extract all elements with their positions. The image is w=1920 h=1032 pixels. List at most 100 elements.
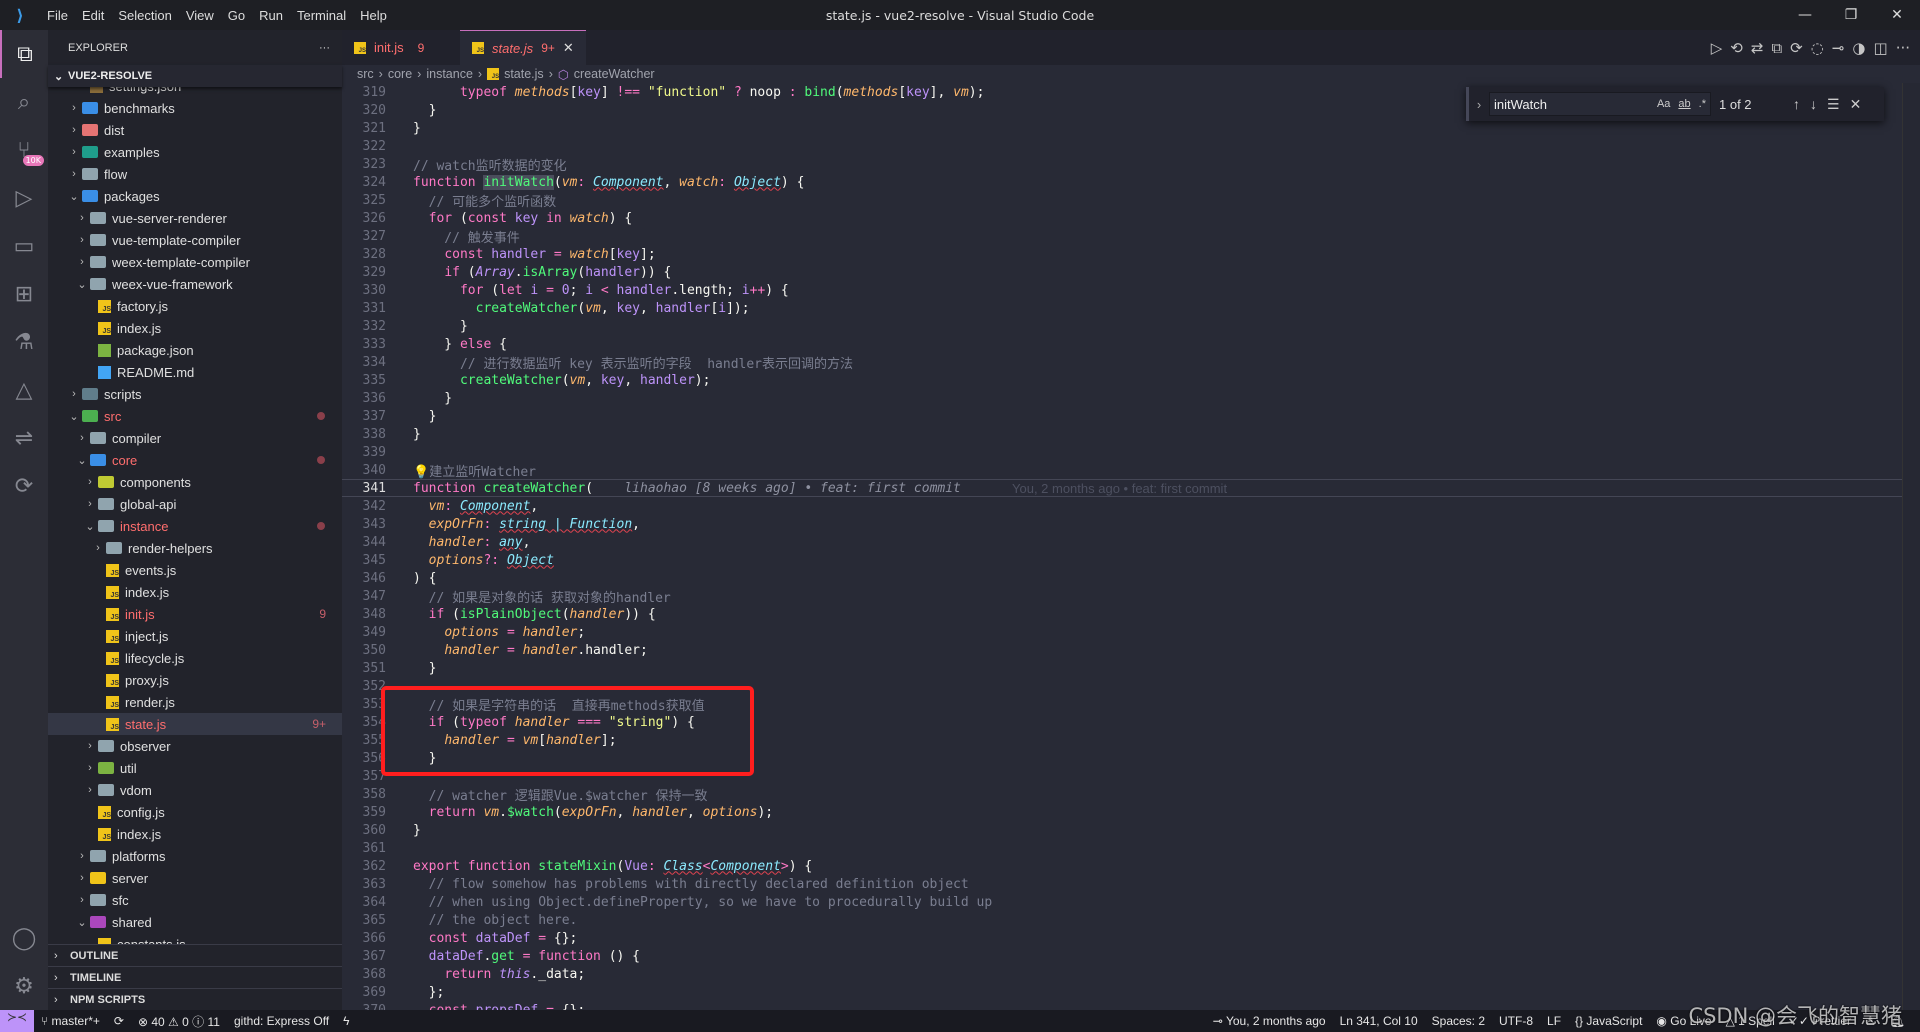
explorer-icon[interactable]: ⧉: [0, 30, 48, 78]
source-control-icon[interactable]: ⑂ 10K: [0, 126, 48, 174]
menu-file[interactable]: File: [40, 8, 75, 23]
git-blame-item[interactable]: ⊸ You, 2 months ago: [1206, 1014, 1333, 1028]
next-match-icon[interactable]: ↓: [1810, 96, 1817, 113]
remote-icon[interactable]: ≻≺: [0, 1010, 34, 1032]
code-line[interactable]: 329 if (Array.isArray(handler)) {: [342, 263, 1902, 281]
githd-item[interactable]: githd: Express Off: [227, 1014, 336, 1028]
outline-panel[interactable]: › OUTLINE: [48, 944, 342, 966]
toggle-blame-icon[interactable]: ◑: [1852, 39, 1865, 57]
code-line[interactable]: 325 // 可能多个监听函数: [342, 191, 1902, 210]
tree-file[interactable]: JS init.js 9: [48, 603, 342, 625]
tree-file[interactable]: settings.json: [48, 87, 342, 97]
menu-go[interactable]: Go: [221, 8, 252, 23]
code-line[interactable]: 342 vm: Component,: [342, 497, 1902, 515]
tree-folder[interactable]: › examples: [48, 141, 342, 163]
code-line[interactable]: 361: [342, 839, 1902, 857]
tree-folder[interactable]: › server: [48, 867, 342, 889]
tree-folder[interactable]: › flow: [48, 163, 342, 185]
timeline-panel[interactable]: › TIMELINE: [48, 966, 342, 988]
code-line[interactable]: 324 function initWatch(vm: Component, wat…: [342, 173, 1902, 191]
tree-file[interactable]: JS index.js: [48, 317, 342, 339]
tree-folder[interactable]: › global-api: [48, 493, 342, 515]
language-mode[interactable]: {} JavaScript: [1568, 1014, 1649, 1028]
tree-folder[interactable]: › vue-template-compiler: [48, 229, 342, 251]
tree-folder[interactable]: › scripts: [48, 383, 342, 405]
account-icon[interactable]: ◯: [0, 914, 48, 962]
code-line[interactable]: 340 💡建立监听Watcher: [342, 461, 1902, 480]
menu-help[interactable]: Help: [353, 8, 394, 23]
tree-folder[interactable]: › benchmarks: [48, 97, 342, 119]
tree-file[interactable]: JS factory.js: [48, 295, 342, 317]
code-line[interactable]: 360}: [342, 821, 1902, 839]
regex-button[interactable]: .*: [1699, 98, 1706, 110]
code-line[interactable]: 343 expOrFn: string | Function,: [342, 515, 1902, 533]
code-line[interactable]: 336 }: [342, 389, 1902, 407]
previous-match-icon[interactable]: ↑: [1793, 96, 1800, 113]
code-line[interactable]: 347 // 如果是对象的话 获取对象的handler: [342, 587, 1902, 606]
tree-file[interactable]: JS render.js: [48, 691, 342, 713]
sync-icon[interactable]: ⟳: [107, 1014, 131, 1028]
tree-folder[interactable]: › components: [48, 471, 342, 493]
code-line[interactable]: 364 // when using Object.defineProperty,…: [342, 893, 1902, 911]
code-line[interactable]: 362 export function stateMixin(Vue: Class…: [342, 857, 1902, 875]
tree-folder[interactable]: ⌄ weex-vue-framework: [48, 273, 342, 295]
editor-scrollbar[interactable]: [1902, 83, 1920, 1010]
npm-scripts-panel[interactable]: › NPM SCRIPTS: [48, 988, 342, 1010]
code-line[interactable]: 367 dataDef.get = function () {: [342, 947, 1902, 965]
code-line[interactable]: 337 }: [342, 407, 1902, 425]
tree-folder[interactable]: ⌄ instance: [48, 515, 342, 537]
code-line[interactable]: 366 const dataDef = {};: [342, 929, 1902, 947]
lightning-icon[interactable]: ϟ: [336, 1014, 356, 1028]
cursor-position[interactable]: Ln 341, Col 10: [1333, 1014, 1425, 1028]
remote-explorer-icon[interactable]: ▭: [0, 222, 48, 270]
run-icon[interactable]: ▷: [1711, 39, 1723, 57]
workspace-root[interactable]: ⌄ VUE2-RESOLVE: [48, 65, 342, 87]
end-of-line[interactable]: LF: [1540, 1014, 1568, 1028]
code-line[interactable]: 335 createWatcher(vm, key, handler);: [342, 371, 1902, 389]
indentation[interactable]: Spaces: 2: [1425, 1014, 1492, 1028]
menu-edit[interactable]: Edit: [75, 8, 111, 23]
close-tab-icon[interactable]: ✕: [563, 40, 574, 56]
restore-button[interactable]: ❐: [1828, 0, 1874, 30]
more-icon[interactable]: ···: [1896, 39, 1910, 57]
tree-file[interactable]: README.md: [48, 361, 342, 383]
live-share-icon[interactable]: ⇌: [0, 414, 48, 462]
code-line[interactable]: 326 for (const key in watch) {: [342, 209, 1902, 227]
code-line[interactable]: 351 }: [342, 659, 1902, 677]
more-actions-button[interactable]: ···: [319, 42, 330, 54]
tree-file[interactable]: JS inject.js: [48, 625, 342, 647]
code-line[interactable]: 365 // the object here.: [342, 911, 1902, 929]
git-sync-icon[interactable]: ⟳: [1790, 39, 1803, 57]
find-in-selection-icon[interactable]: ☰: [1827, 96, 1840, 113]
code-line[interactable]: 345 options?: Object: [342, 551, 1902, 569]
code-line[interactable]: 338}: [342, 425, 1902, 443]
code-line[interactable]: 331 createWatcher(vm, key, handler[i]);: [342, 299, 1902, 317]
code-line[interactable]: 327 // 触发事件: [342, 227, 1902, 246]
tree-folder[interactable]: ⌄ src: [48, 405, 342, 427]
tree-file[interactable]: JS proxy.js: [48, 669, 342, 691]
tree-file[interactable]: JS lifecycle.js: [48, 647, 342, 669]
close-window-button[interactable]: ✕: [1874, 0, 1920, 30]
tree-file[interactable]: JSconstants.js: [48, 933, 342, 944]
code-line[interactable]: 350 handler = handler.handler;: [342, 641, 1902, 659]
code-line[interactable]: 369 };: [342, 983, 1902, 1001]
code-line[interactable]: 346) {: [342, 569, 1902, 587]
lightbulb-icon[interactable]: 💡: [413, 465, 429, 480]
breadcrumb-item[interactable]: instance: [426, 67, 473, 81]
menu-terminal[interactable]: Terminal: [290, 8, 353, 23]
timeline-icon[interactable]: ⟲: [1730, 39, 1743, 57]
menu-run[interactable]: Run: [252, 8, 290, 23]
menu-selection[interactable]: Selection: [111, 8, 178, 23]
close-find-icon[interactable]: ✕: [1850, 96, 1862, 113]
run-debug-icon[interactable]: ▷: [0, 174, 48, 222]
tree-file[interactable]: JS index.js: [48, 581, 342, 603]
code-line[interactable]: 330 for (let i = 0; i < handler.length; …: [342, 281, 1902, 299]
extensions-icon[interactable]: ⊞: [0, 270, 48, 318]
minimize-button[interactable]: —: [1782, 0, 1828, 30]
branch-item[interactable]: ⑂ master*+: [34, 1014, 107, 1028]
tree-folder[interactable]: › platforms: [48, 845, 342, 867]
toggle-replace-icon[interactable]: ›: [1469, 97, 1489, 112]
tree-folder[interactable]: › observer: [48, 735, 342, 757]
tree-folder[interactable]: › dist: [48, 119, 342, 141]
search-icon[interactable]: ⌕: [0, 78, 48, 126]
